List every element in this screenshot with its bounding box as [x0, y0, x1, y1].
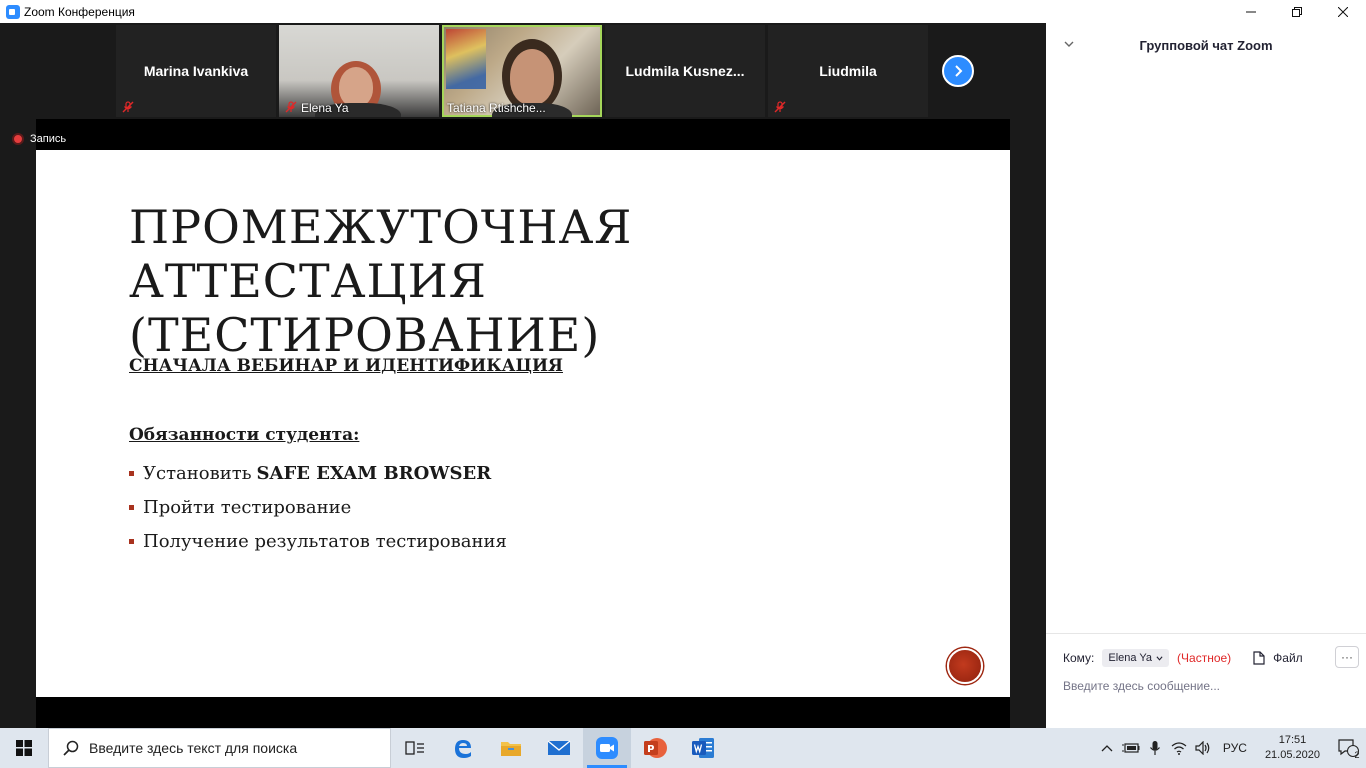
zoom-app-icon	[6, 4, 20, 19]
recording-label: Запись	[30, 133, 67, 145]
close-button[interactable]	[1320, 0, 1366, 23]
wifi-icon	[1171, 742, 1187, 755]
input-language[interactable]: РУС	[1223, 741, 1247, 755]
chat-recipient-row: Кому: Elena Ya (Частное) Файл ···	[1063, 646, 1359, 670]
more-options-button[interactable]: ···	[1335, 646, 1359, 668]
mail-icon	[547, 740, 571, 755]
participant-name: Marina Ivankiva	[143, 63, 249, 79]
restore-button[interactable]	[1274, 0, 1320, 23]
background-painting	[446, 29, 486, 89]
window-controls	[1228, 0, 1366, 23]
slide-bullet-list: Установить SAFE EXAM BROWSER Пройти тест…	[129, 456, 507, 558]
windows-logo-icon	[16, 740, 32, 756]
microphone-icon	[1149, 741, 1160, 755]
start-button[interactable]	[0, 728, 48, 768]
file-explorer-button[interactable]	[487, 728, 535, 768]
mail-button[interactable]	[535, 728, 583, 768]
window-title-bar: Zoom Конференция	[0, 0, 1366, 23]
recipient-dropdown[interactable]: Elena Ya	[1102, 649, 1170, 667]
record-icon	[12, 133, 24, 145]
slide-bullet: Установить SAFE EXAM BROWSER	[129, 456, 507, 490]
chat-title: Групповой чат Zoom	[1139, 38, 1273, 53]
chat-header: Групповой чат Zoom	[1046, 23, 1366, 67]
task-view-button[interactable]	[391, 728, 439, 768]
edge-icon	[455, 740, 471, 758]
participant-tile-video[interactable]: Elena Ya	[279, 25, 439, 117]
next-participants-button[interactable]	[942, 55, 974, 87]
share-bottom-bar	[36, 697, 1010, 728]
private-label: (Частное)	[1177, 651, 1232, 665]
slide-title-line2: (ТЕСТИРОВАНИЕ)	[129, 308, 601, 362]
search-icon	[63, 740, 79, 756]
system-tray: РУС 17:51 21.05.2020 2	[1095, 728, 1366, 768]
meeting-area: Marina Ivankiva Elena Ya Tatiana Rtishch…	[0, 23, 1046, 728]
chevron-right-icon	[955, 65, 963, 77]
file-label: Файл	[1273, 651, 1303, 665]
task-view-icon	[405, 741, 424, 755]
chevron-up-icon	[1101, 745, 1113, 752]
powerpoint-icon	[644, 738, 667, 758]
battery-button[interactable]	[1119, 728, 1143, 768]
bullet-square-icon	[129, 470, 134, 476]
network-button[interactable]	[1167, 728, 1191, 768]
slide-title-line1: ПРОМЕЖУТОЧНАЯ АТТЕСТАЦИЯ	[129, 200, 633, 308]
participant-strip: Marina Ivankiva Elena Ya Tatiana Rtishch…	[116, 25, 931, 117]
participant-name: Ludmila Kusnez...	[625, 63, 745, 79]
recording-indicator[interactable]: Запись	[12, 133, 66, 145]
mic-muted-icon	[122, 101, 134, 113]
file-icon	[1253, 651, 1265, 665]
bullet-square-icon	[129, 504, 134, 510]
chat-message-input[interactable]	[1063, 676, 1353, 696]
slide-bullet: Получение результатов тестирования	[129, 524, 507, 558]
folder-icon	[501, 742, 521, 756]
show-hidden-icons-button[interactable]	[1095, 728, 1119, 768]
shared-slide: ПРОМЕЖУТОЧНАЯ АТТЕСТАЦИЯ (ТЕСТИРОВАНИЕ) …	[36, 150, 1010, 697]
speaker-icon	[1195, 741, 1210, 755]
participant-tile[interactable]: Liudmila	[768, 25, 928, 117]
mic-muted-icon	[285, 101, 297, 113]
volume-button[interactable]	[1191, 728, 1215, 768]
powerpoint-button[interactable]	[631, 728, 679, 768]
windows-taskbar: Введите здесь текст для поиска РУС 17:51…	[0, 728, 1366, 768]
recipient-name: Elena Ya	[1108, 652, 1153, 664]
minimize-button[interactable]	[1228, 0, 1274, 23]
participant-tile-active-speaker[interactable]: Tatiana Rtishche...	[442, 25, 602, 117]
slide-title: ПРОМЕЖУТОЧНАЯ АТТЕСТАЦИЯ (ТЕСТИРОВАНИЕ)	[129, 200, 949, 362]
clock-date: 21.05.2020	[1264, 749, 1320, 761]
edge-browser-button[interactable]	[439, 728, 487, 768]
slide-bullet: Пройти тестирование	[129, 490, 507, 524]
slide-subtitle: СНАЧАЛА ВЕБИНАР И ИДЕНТИФИКАЦИЯ	[129, 356, 563, 376]
slide-heading: Обязанности студента:	[129, 425, 360, 445]
window-title: Zoom Конференция	[24, 4, 135, 19]
file-button[interactable]: Файл	[1253, 651, 1303, 665]
clock[interactable]: 17:51 21.05.2020	[1265, 733, 1320, 763]
participant-tile[interactable]: Marina Ivankiva	[116, 25, 276, 117]
share-top-bar	[36, 119, 1010, 150]
battery-icon	[1121, 743, 1140, 753]
participant-name: Elena Ya	[301, 101, 349, 115]
word-button[interactable]	[679, 728, 727, 768]
action-center-button[interactable]: 2	[1330, 728, 1366, 768]
zoom-taskbar-button[interactable]	[583, 728, 631, 768]
to-label: Кому:	[1063, 651, 1095, 665]
close-icon	[1338, 6, 1348, 17]
university-logo-icon	[947, 648, 983, 684]
chat-panel: Групповой чат Zoom Кому: Elena Ya (Частн…	[1046, 23, 1366, 728]
participant-tile[interactable]: Ludmila Kusnez...	[605, 25, 765, 117]
notification-count: 2	[1354, 750, 1360, 760]
microphone-tray-button[interactable]	[1143, 728, 1167, 768]
mic-muted-icon	[774, 101, 786, 113]
clock-time: 17:51	[1278, 734, 1307, 746]
chevron-down-icon	[1156, 655, 1163, 661]
restore-icon	[1292, 6, 1302, 17]
search-placeholder: Введите здесь текст для поиска	[89, 740, 298, 756]
participant-name: Liudmila	[819, 63, 877, 79]
bullet-square-icon	[129, 538, 134, 544]
zoom-camera-icon	[596, 737, 618, 759]
taskbar-search-box[interactable]: Введите здесь текст для поиска	[48, 728, 391, 768]
minimize-icon	[1246, 11, 1256, 12]
word-icon	[692, 738, 714, 758]
chat-divider	[1046, 633, 1366, 634]
participant-name: Tatiana Rtishche...	[447, 101, 546, 115]
